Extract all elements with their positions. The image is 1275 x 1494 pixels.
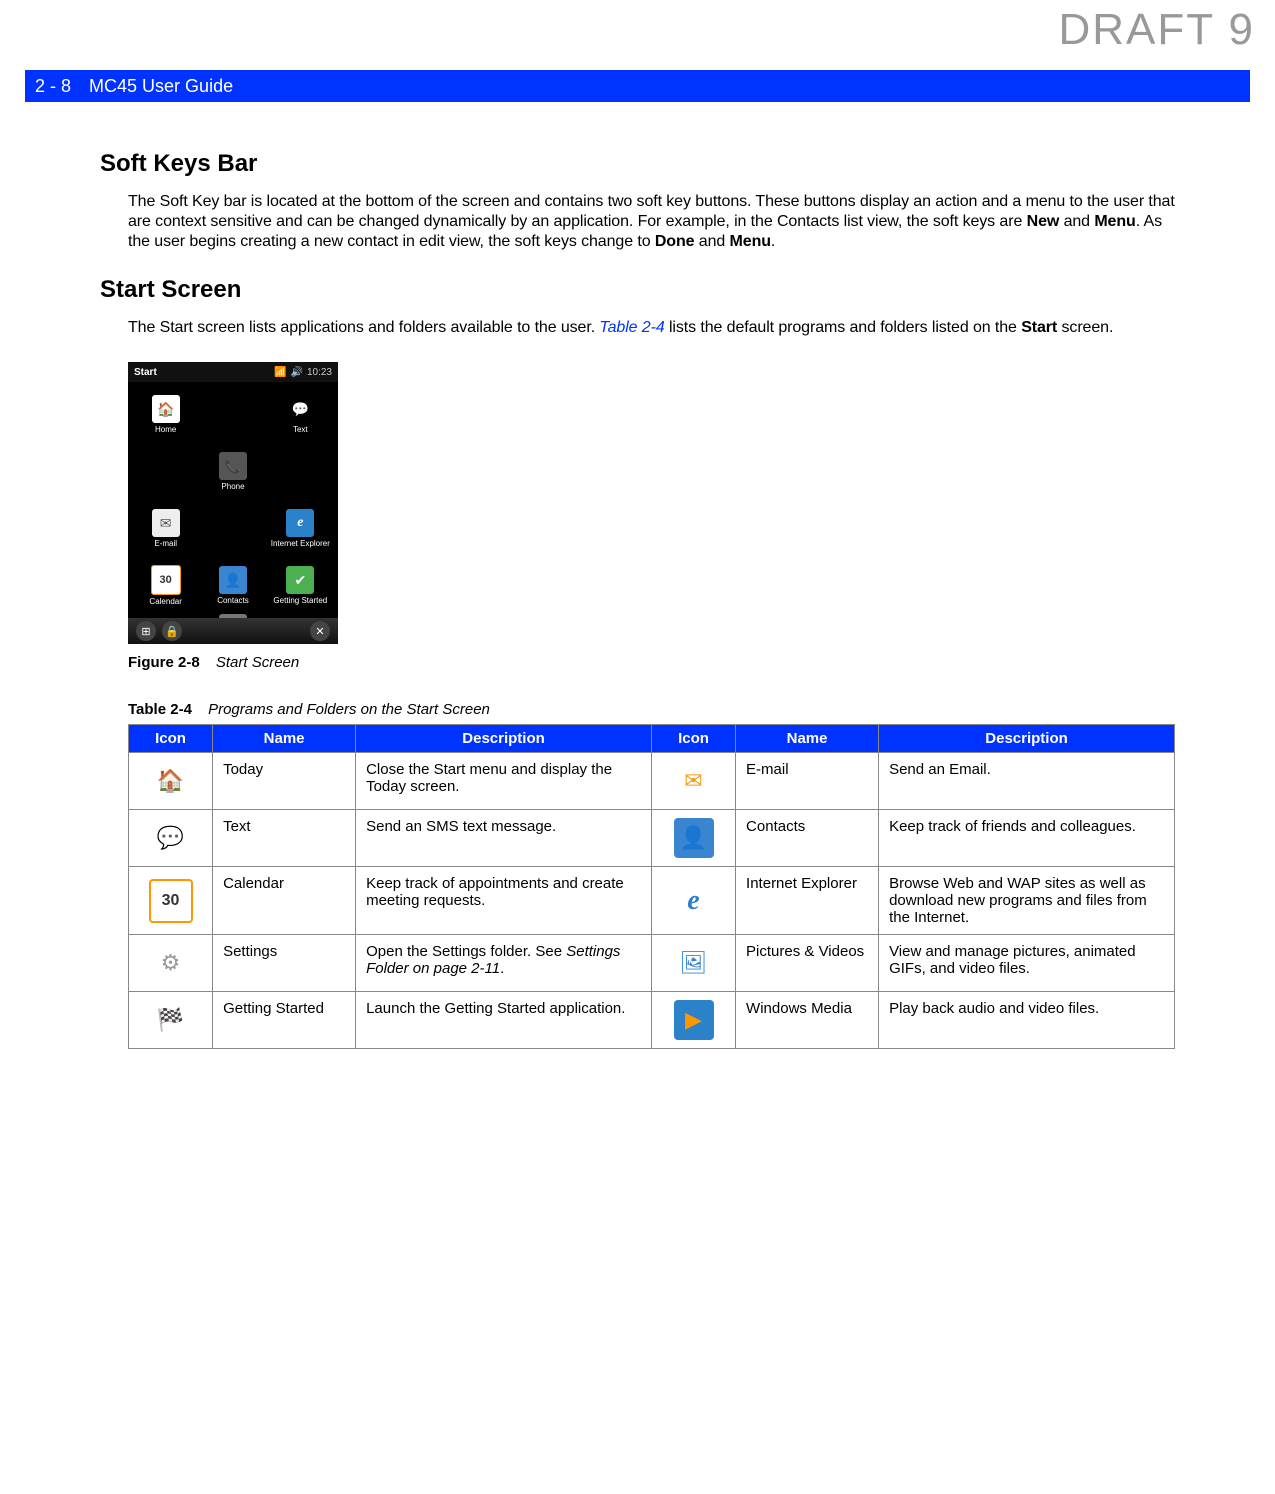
- page-number: 2 - 8: [35, 76, 71, 97]
- table-row: 🏁 Getting StartedLaunch the Getting Start…: [129, 992, 1175, 1049]
- icon-cell: 🏁: [129, 992, 213, 1049]
- draft-mark: DRAFT 9: [1058, 5, 1255, 55]
- lock-icon: 🔒: [162, 621, 182, 641]
- app-icon: 💬: [286, 395, 314, 423]
- link-table-2-4[interactable]: Table 2-4: [599, 319, 664, 336]
- app-icon: ✔: [286, 566, 314, 594]
- th-name-1: Name: [213, 725, 356, 753]
- desc-cell: Send an Email.: [879, 753, 1175, 810]
- app-icon: 30: [151, 565, 181, 595]
- th-name-2: Name: [736, 725, 879, 753]
- program-icon: 🏠: [151, 761, 191, 801]
- name-cell: Windows Media: [736, 992, 879, 1049]
- ss-app: ✉ E-mail: [132, 500, 199, 557]
- table-row: 💬 TextSend an SMS text message. 👤 ContactsK…: [129, 810, 1175, 867]
- startscreen-paragraph: The Start screen lists applications and …: [128, 318, 1175, 338]
- icon-cell: 🖼: [651, 935, 735, 992]
- app-label: Contacts: [217, 597, 249, 605]
- desc-cell: View and manage pictures, animated GIFs,…: [879, 935, 1175, 992]
- program-icon: 👤: [674, 818, 714, 858]
- app-icon: 👤: [219, 566, 247, 594]
- desc-cell: Play back audio and video files.: [879, 992, 1175, 1049]
- ss-app: e Internet Explorer: [267, 500, 334, 557]
- icon-cell: ▶: [651, 992, 735, 1049]
- name-cell: Pictures & Videos: [736, 935, 879, 992]
- icon-cell: 💬: [129, 810, 213, 867]
- app-label: Text: [293, 426, 308, 434]
- th-icon-1: Icon: [129, 725, 213, 753]
- table-row: 30 CalendarKeep track of appointments and…: [129, 867, 1175, 935]
- start-screen-screenshot: Start 📶🔊10:23 🏠 Home 💬 Text 📞 Phone ✉ E-mail e In…: [128, 362, 338, 644]
- ss-bottombar: ⊞ 🔒 ✕: [128, 618, 338, 644]
- heading-startscreen: Start Screen: [100, 276, 1175, 304]
- program-icon: 🖼: [674, 943, 714, 983]
- app-icon: e: [286, 509, 314, 537]
- th-desc-1: Description: [356, 725, 652, 753]
- icon-cell: 🏠: [129, 753, 213, 810]
- table-row: ⚙ SettingsOpen the Settings folder. See S…: [129, 935, 1175, 992]
- desc-cell: Browse Web and WAP sites as well as down…: [879, 867, 1175, 935]
- app-icon: 📞: [219, 452, 247, 480]
- app-label: Settings: [219, 645, 248, 653]
- icon-cell: 30: [129, 867, 213, 935]
- program-icon: ✉: [674, 761, 714, 801]
- ss-app: [267, 443, 334, 500]
- guide-title: MC45 User Guide: [89, 76, 233, 97]
- app-label: E-mail: [154, 540, 177, 548]
- name-cell: Calendar: [213, 867, 356, 935]
- program-icon: e: [674, 881, 714, 921]
- desc-cell: Open the Settings folder. See Settings F…: [356, 935, 652, 992]
- app-label: Internet Explorer: [271, 540, 330, 548]
- program-icon: ⚙: [151, 943, 191, 983]
- table-caption: Table 2-4 Programs and Folders on the St…: [128, 701, 1175, 718]
- th-desc-2: Description: [879, 725, 1175, 753]
- program-icon: 30: [149, 879, 193, 923]
- desc-cell: Send an SMS text message.: [356, 810, 652, 867]
- windows-icon: ⊞: [136, 621, 156, 641]
- figure-caption: Figure 2-8 Start Screen: [128, 654, 1175, 671]
- name-cell: Internet Explorer: [736, 867, 879, 935]
- page-header: 2 - 8 MC45 User Guide: [25, 70, 1250, 102]
- program-icon: 💬: [151, 818, 191, 858]
- icon-cell: ✉: [651, 753, 735, 810]
- ss-app: [132, 443, 199, 500]
- name-cell: Getting Started: [213, 992, 356, 1049]
- icon-cell: ⚙: [129, 935, 213, 992]
- ss-app: ✔ Getting Started: [267, 557, 334, 614]
- name-cell: Text: [213, 810, 356, 867]
- close-icon: ✕: [310, 621, 330, 641]
- app-label: Calendar: [149, 598, 181, 606]
- programs-table: Icon Name Description Icon Name Descript…: [128, 724, 1175, 1049]
- desc-cell: Launch the Getting Started application.: [356, 992, 652, 1049]
- name-cell: Settings: [213, 935, 356, 992]
- ss-titlebar: Start 📶🔊10:23: [128, 362, 338, 382]
- ss-app: 👤 Contacts: [199, 557, 266, 614]
- app-icon: ✉: [152, 509, 180, 537]
- icon-cell: e: [651, 867, 735, 935]
- program-icon: 🏁: [151, 1000, 191, 1040]
- ss-app: [199, 500, 266, 557]
- icon-cell: 👤: [651, 810, 735, 867]
- ss-app: 💬 Text: [267, 386, 334, 443]
- name-cell: Today: [213, 753, 356, 810]
- name-cell: Contacts: [736, 810, 879, 867]
- table-row: 🏠 TodayClose the Start menu and display t…: [129, 753, 1175, 810]
- name-cell: E-mail: [736, 753, 879, 810]
- ss-app: 🏠 Home: [132, 386, 199, 443]
- softkeys-paragraph: The Soft Key bar is located at the botto…: [128, 192, 1175, 252]
- figure-2-8: Start 📶🔊10:23 🏠 Home 💬 Text 📞 Phone ✉ E-mail e In…: [128, 362, 1175, 644]
- desc-cell: Close the Start menu and display the Tod…: [356, 753, 652, 810]
- app-label: Phone: [221, 483, 244, 491]
- desc-cell: Keep track of friends and colleagues.: [879, 810, 1175, 867]
- ss-app: 30 Calendar: [132, 557, 199, 614]
- program-icon: ▶: [674, 1000, 714, 1040]
- th-icon-2: Icon: [651, 725, 735, 753]
- heading-softkeys: Soft Keys Bar: [100, 150, 1175, 178]
- app-label: Getting Started: [273, 597, 327, 605]
- ss-app: [199, 386, 266, 443]
- app-label: Home: [155, 426, 176, 434]
- ss-app: 📞 Phone: [199, 443, 266, 500]
- desc-cell: Keep track of appointments and create me…: [356, 867, 652, 935]
- app-icon: 🏠: [152, 395, 180, 423]
